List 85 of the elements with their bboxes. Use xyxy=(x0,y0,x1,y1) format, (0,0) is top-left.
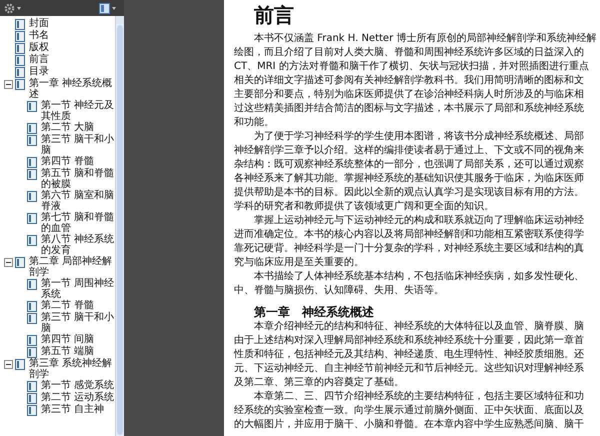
text-line: 学科的研究者和教师提供了该领域更广阔和更全面的知识。 xyxy=(234,200,494,214)
text-line: 神经解剖学三章予以介绍。这样的编排使读者易于通过上、下文或不同的视角来 xyxy=(234,144,584,158)
bookmark-page-icon xyxy=(27,101,37,112)
bookmark-item[interactable]: 第三节 自主神 xyxy=(41,404,104,415)
text-line: 性质和特征，包括神经元及其结构、神经递质、电生理特性、神经胶质细胞。还 xyxy=(234,348,584,362)
bookmark-item[interactable]: 第一章 神经系统概述 xyxy=(29,78,115,100)
text-line: 和功能。 xyxy=(234,116,274,130)
bookmark-item[interactable]: 版权 xyxy=(29,42,49,53)
bookmark-item[interactable]: 书名 xyxy=(29,30,49,41)
bookmark-page-icon xyxy=(27,279,37,290)
bookmark-page-icon xyxy=(27,235,37,246)
bookmark-item[interactable]: 前言 xyxy=(29,54,49,65)
bookmark-item[interactable]: 第五节 端脑 xyxy=(41,346,94,357)
bookmark-page-icon xyxy=(27,169,37,180)
bookmark-item[interactable]: 第四节 脊髓 xyxy=(41,156,94,167)
text-line: 各神经系来了解其功能。掌握神经系统的基础知识使其服务于临床，为临床医师 xyxy=(234,172,584,186)
bookmark-page-icon xyxy=(27,347,37,358)
bookmark-item[interactable]: 封面 xyxy=(29,18,49,29)
bookmark-item[interactable]: 第三节 脑干和小脑 xyxy=(41,312,115,334)
bookmark-page-icon xyxy=(27,393,37,404)
bookmark-page-icon xyxy=(15,43,25,54)
bookmark-page-icon xyxy=(15,31,25,42)
bookmark-page-icon xyxy=(15,257,25,268)
text-line: 绘图，而且介绍了目前对人类大脑、脊髓和周围神经系统许多区域的日益深入的 xyxy=(234,46,584,60)
text-line: 中、脊髓与脑损伤、认知障碍、失用、失语等。 xyxy=(234,284,444,298)
bookmark-page-icon xyxy=(27,123,37,134)
text-line: 靠死记硬背。神经科学是一门十分复杂的学科，对神经系统主要区域和结构的真 xyxy=(234,242,584,256)
bookmark-page-icon xyxy=(15,67,25,78)
bookmark-page-icon xyxy=(15,359,25,370)
bookmark-item[interactable]: 第二节 运动系统 xyxy=(41,392,114,403)
bookmark-item[interactable]: 第二节 脊髓 xyxy=(41,300,94,311)
bookmark-options-icon[interactable] xyxy=(99,2,110,14)
bookmark-page-icon xyxy=(15,19,25,30)
text-line: 本书描绘了人体神经系统基本结构，不包括临床神经疾病，如多发性硬化、 xyxy=(253,270,584,284)
text-line: 杂结构：既可观察神经系统整体的一部分，也强调了局部关系，还可以通过观察 xyxy=(234,158,584,172)
text-line: 掌握上运动神经元与下运动神经元的构成和联系就迈向了理解临床运动神经 xyxy=(253,214,584,228)
bookmark-item[interactable]: 第六节 脑室和脑脊液 xyxy=(41,190,115,212)
chapter-heading: 第一章 神经系统概述 xyxy=(253,304,375,320)
settings-icon[interactable] xyxy=(4,2,15,14)
text-line: 提供帮助是本书的目标。因此以全新的观点认真学习是实现该目标有用的方法。 xyxy=(234,186,584,200)
bookmark-item[interactable]: 第二章 局部神经解剖学 xyxy=(29,256,115,278)
bookmark-page-icon xyxy=(15,55,25,66)
text-line: 经系统的实验室检查一致。向学生展示通过前脑外侧面、正中矢状面、底面以及 xyxy=(234,404,584,418)
caret-icon[interactable] xyxy=(17,6,21,10)
bookmark-page-icon xyxy=(27,191,37,202)
text-line: 本章介绍神经元的结构和特征、神经系统的大体特征以及血管、脑脊膜、脑 xyxy=(253,320,584,334)
bookmark-page-icon xyxy=(27,213,37,224)
bookmark-item[interactable]: 第五节 脑和脊髓的被膜 xyxy=(41,168,115,190)
bookmark-item[interactable]: 目录 xyxy=(29,66,49,77)
text-line: 由于上述结构对深入理解局部神经系统和系统神经系统十分重要，因此第一章首 xyxy=(234,334,584,348)
bookmark-page-icon xyxy=(15,79,25,90)
bookmark-page-icon xyxy=(27,157,37,168)
collapse-icon[interactable] xyxy=(4,258,13,267)
bookmark-page-icon xyxy=(27,405,37,416)
page-title: 前言 xyxy=(254,2,295,28)
text-line: 本书不仅涵盖 Frank H. Netter 博士所有原创的局部神经解剖学和系统神经解 xyxy=(253,32,596,46)
bookmark-item[interactable]: 第一节 感觉系统 xyxy=(41,380,114,391)
collapse-icon[interactable] xyxy=(4,80,13,89)
bookmark-page-icon xyxy=(27,135,37,146)
bookmark-item[interactable]: 第七节 脑和脊髓的血管 xyxy=(41,212,115,234)
text-line: 究与临床应用是至关重要的。 xyxy=(234,256,364,270)
text-line: 本章第二、三、四节介绍神经系统的主要结构特征，包括主要区域特征和功 xyxy=(253,390,584,404)
text-line: 的大幅图片，并应用于脑干、小脑和脊髓。在本章内容中学生应熟悉间脑、脑干 xyxy=(234,418,584,432)
bookmark-item[interactable]: 第三节 脑干和小脑 xyxy=(41,134,115,156)
text-line: 过这些精美插图并结合简洁的图标与文字描述，本书展示了局部和系统神经系统 xyxy=(234,102,584,116)
bookmark-item[interactable]: 第四节 间脑 xyxy=(41,334,94,345)
bookmark-page-icon xyxy=(27,313,37,324)
bookmark-page-icon xyxy=(27,381,37,392)
bookmark-item[interactable]: 第一节 周围神经系统 xyxy=(41,278,115,300)
bookmark-item[interactable]: 第三章 系统神经解剖学 xyxy=(29,358,115,380)
bookmark-page-icon xyxy=(27,301,37,312)
text-line: 进而准确定位。本书的核心内容以及将局部神经解剖和功能相互紧密联系使得学 xyxy=(234,228,584,242)
text-line: 主要部分和要点，特别为临床医师提供了在诊治神经科病人时所涉及的与临床相 xyxy=(234,88,584,102)
bookmark-page-icon xyxy=(27,335,37,346)
caret-icon[interactable] xyxy=(112,6,116,10)
text-line: 元、下运动神经元、自主神经节前神经元和节后神经元。这些知识对理解神经系 xyxy=(234,362,584,376)
text-line: 及第二章、第三章的内容奠定了基础。 xyxy=(234,376,404,390)
scrollbar[interactable] xyxy=(115,16,124,436)
bookmark-item[interactable]: 第二节 大脑 xyxy=(41,122,94,133)
collapse-icon[interactable] xyxy=(4,360,13,369)
bookmark-item[interactable]: 第一节 神经元及其性质 xyxy=(41,100,115,122)
text-line: 相关的详细文字描述可参阅有关神经解剖学教科书。我们用简明清晰的图标和文 xyxy=(234,74,584,88)
bookmark-item[interactable]: 第八节 神经系统的发育 xyxy=(41,234,115,256)
text-line: CT、MRI 的方法对脊髓和脑干作了横切、矢状与冠状扫描，并对照插图进行重点 xyxy=(234,60,589,74)
text-line: 为了便于学习神经科学的学生使用本图谱，将该书分成神经系统概述、局部 xyxy=(253,130,584,144)
